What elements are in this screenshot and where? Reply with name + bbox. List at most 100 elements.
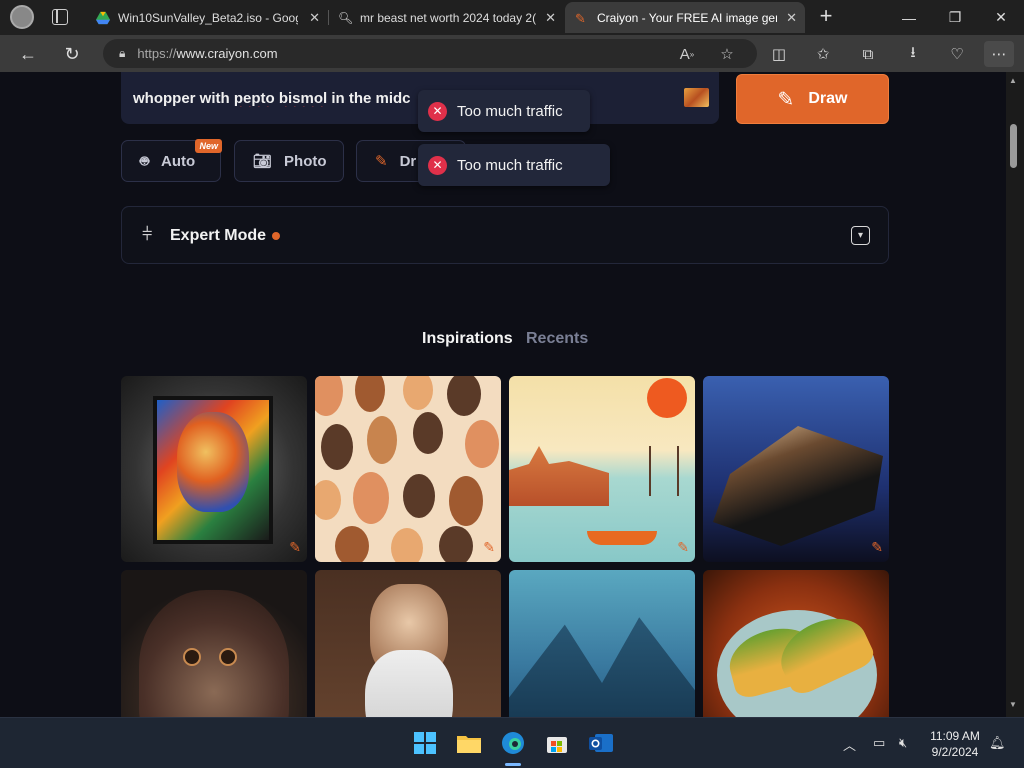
tab-recents[interactable]: Recents [526, 330, 588, 348]
inspiration-image-mountain-lake[interactable] [509, 570, 695, 717]
pattern-shape [355, 376, 385, 412]
network-icon[interactable]: ▭ [873, 735, 885, 751]
favorite-star-icon[interactable]: ☆ [716, 43, 738, 65]
close-tab-icon[interactable]: ✕ [786, 10, 797, 26]
ship-mast [649, 446, 679, 496]
toast-message: Too much traffic [457, 102, 563, 120]
page-scrollbar[interactable]: ▲ ▼ [1006, 72, 1024, 717]
notifications-bell-icon[interactable]: 🔔︎ [989, 735, 1006, 751]
expert-mode-label: Expert Mode [170, 227, 267, 244]
clock-date: 9/2/2024 [931, 745, 979, 759]
pattern-shape [315, 376, 343, 416]
back-arrow-icon[interactable]: ← [13, 39, 43, 69]
house-shape [713, 426, 883, 546]
scrollbar-thumb[interactable] [1010, 124, 1017, 168]
windows-start-icon[interactable] [412, 730, 438, 756]
mode-label: Photo [284, 152, 327, 170]
toast-message: Too much traffic [457, 156, 563, 174]
split-screen-icon[interactable]: ◫ [766, 41, 792, 67]
google-drive-icon [96, 11, 110, 24]
profile-avatar[interactable] [10, 5, 34, 29]
search-icon: 🔍︎ [338, 10, 354, 25]
pattern-shape [335, 526, 369, 562]
active-app-indicator [505, 763, 521, 766]
tab-craiyon[interactable]: ✎ Craiyon - Your FREE AI image gen ✕ [565, 2, 805, 33]
outlook-icon[interactable] [588, 730, 614, 756]
pencil-icon: ✎ [777, 88, 795, 111]
clock-time: 11:09 AM [930, 729, 980, 743]
tab-actions-icon[interactable] [52, 9, 68, 25]
draw-label: Draw [808, 90, 848, 107]
microsoft-store-icon[interactable] [544, 730, 570, 756]
edit-pencil-icon[interactable]: ✎ [677, 539, 689, 556]
browser-tab-bar: Win10SunValley_Beta2.iso - Goog ✕ 🔍︎ mr … [0, 0, 1024, 35]
pattern-shape [447, 376, 481, 416]
pattern-shape [403, 376, 433, 410]
edit-pencil-icon[interactable]: ✎ [289, 539, 301, 556]
sliders-icon: ⫩ [142, 224, 153, 244]
address-bar[interactable]: 🔒︎ https://www.craiyon.com [103, 39, 757, 68]
sun-shape [647, 378, 687, 418]
read-aloud-icon[interactable]: A» [676, 43, 698, 65]
tab-inspirations[interactable]: Inspirations [422, 330, 513, 348]
inspiration-image-modern-house[interactable]: ✎ [703, 376, 889, 562]
error-toast: ✕ Too much traffic [418, 90, 590, 132]
edit-pencil-icon[interactable]: ✎ [483, 539, 495, 556]
volume-muted-icon[interactable]: 🔇︎ [899, 735, 907, 751]
inspiration-image-old-man[interactable] [315, 570, 501, 717]
boat-shape [587, 531, 657, 545]
expert-mode-panel[interactable]: ⫩ Expert Mode ▾ [121, 206, 889, 264]
mode-auto-button[interactable]: 🤖︎ Auto New [121, 139, 222, 182]
inspiration-image-bear[interactable] [121, 570, 307, 717]
inspiration-image-tacos[interactable] [703, 570, 889, 717]
pattern-shape [367, 416, 397, 464]
refresh-icon[interactable]: ↻ [57, 39, 87, 69]
pattern-shape [353, 472, 389, 524]
scroll-down-arrow-icon[interactable]: ▼ [1009, 700, 1017, 709]
inspiration-image-harbor[interactable]: ✎ [509, 376, 695, 562]
pencil-icon: ✎ [375, 153, 388, 170]
chevron-down-icon[interactable]: ▾ [851, 226, 870, 245]
prompt-image-thumbnail[interactable] [684, 88, 709, 107]
page-viewport: whopper with pepto bismol in the midc ✎ … [0, 72, 1006, 717]
maximize-button[interactable]: ❐ [932, 0, 978, 35]
collections-icon[interactable]: ⧉ [855, 41, 881, 67]
tab-search[interactable]: 🔍︎ mr beast net worth 2024 today 2( ✕ [328, 2, 564, 33]
tab-google-drive[interactable]: Win10SunValley_Beta2.iso - Goog ✕ [86, 2, 328, 33]
close-window-button[interactable]: ✕ [978, 0, 1024, 35]
town-shape [509, 446, 609, 506]
browser-toolbar: ← ↻ 🔒︎ https://www.craiyon.com A» ☆ ◫ ✩ … [0, 35, 1024, 72]
craiyon-pencil-icon: ✎ [575, 10, 586, 26]
inspiration-image-pattern[interactable]: ✎ [315, 376, 501, 562]
show-hidden-icons-chevron-icon[interactable]: ︿ [843, 735, 856, 754]
inspiration-image-abstract-face[interactable]: ✎ [121, 376, 307, 562]
edge-browser-icon[interactable] [500, 730, 526, 756]
pattern-shape [465, 420, 499, 468]
new-tab-button[interactable]: + [814, 4, 838, 30]
close-tab-icon[interactable]: ✕ [545, 10, 556, 26]
mode-label: Auto [161, 152, 196, 170]
file-explorer-icon[interactable] [456, 730, 482, 756]
pattern-shape [321, 424, 353, 470]
more-options-icon[interactable]: ⋯ [984, 41, 1014, 67]
edit-pencil-icon[interactable]: ✎ [871, 539, 883, 556]
system-clock[interactable]: 11:09 AM 9/2/2024 [924, 728, 986, 760]
camera-icon: 📷︎ [253, 153, 273, 170]
scroll-up-arrow-icon[interactable]: ▲ [1009, 76, 1017, 85]
mode-photo-button[interactable]: 📷︎ Photo [234, 140, 344, 182]
downloads-icon[interactable]: ⭳ [900, 41, 926, 67]
error-toast: ✕ Too much traffic [418, 144, 610, 186]
browser-essentials-icon[interactable]: ♡ [944, 41, 970, 67]
minimize-button[interactable]: — [886, 0, 932, 35]
tab-title: Win10SunValley_Beta2.iso - Goog [118, 10, 298, 25]
prompt-text: whopper with pepto bismol in the midc [133, 90, 411, 107]
new-badge: New [195, 139, 222, 153]
favorites-icon[interactable]: ✩ [810, 41, 836, 67]
draw-button[interactable]: ✎ Draw [736, 74, 889, 124]
tab-title: Craiyon - Your FREE AI image gen [597, 10, 777, 25]
pattern-shape [403, 474, 435, 518]
pattern-shape [449, 476, 483, 526]
close-tab-icon[interactable]: ✕ [309, 10, 320, 26]
robot-icon: 🤖︎ [140, 152, 150, 170]
mode-label: Dr [399, 152, 417, 170]
